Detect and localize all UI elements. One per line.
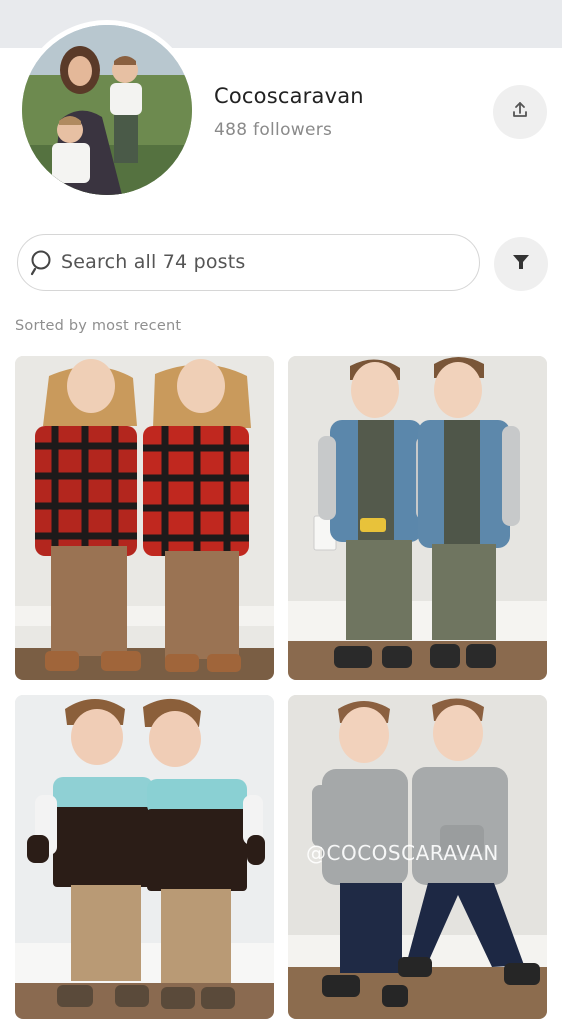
search-input[interactable]: Search all 74 posts [17, 234, 480, 291]
profile-name: Cocoscaravan [214, 84, 364, 108]
post-watermark: @COCOSCARAVAN [306, 841, 499, 865]
search-icon [30, 249, 56, 281]
post-thumbnail[interactable]: @COCOSCARAVAN [288, 695, 547, 1019]
avatar[interactable] [17, 20, 197, 200]
sort-label: Sorted by most recent [15, 318, 182, 334]
share-icon [510, 100, 530, 124]
post-thumbnail[interactable] [15, 695, 274, 1019]
avatar-photo [22, 25, 192, 195]
search-placeholder: Search all 74 posts [61, 251, 246, 273]
share-button[interactable] [493, 85, 547, 139]
post-thumbnail[interactable] [288, 356, 547, 680]
filter-icon [511, 252, 531, 276]
post-thumbnail[interactable] [15, 356, 274, 680]
filter-button[interactable] [494, 237, 548, 291]
follower-count: 488 followers [214, 120, 333, 140]
